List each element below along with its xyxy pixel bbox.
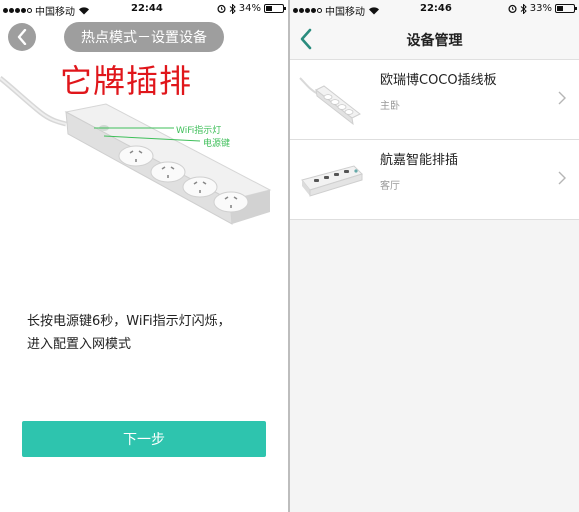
device-room: 主卧 — [380, 101, 400, 112]
nav-bar: 设备管理 — [290, 18, 579, 60]
status-bar: 中国移动 22:44 34% — [0, 0, 288, 18]
page-title: 设备管理 — [406, 33, 463, 49]
carrier-label: 中国移动 — [35, 7, 75, 18]
wifi-indicator-label: WiFi指示灯 — [176, 126, 222, 136]
status-bar: 中国移动 22:46 33% — [290, 0, 579, 18]
list-item[interactable]: 欧瑞博COCO插线板 主卧 — [290, 60, 579, 140]
carrier-label: 中国移动 — [325, 7, 365, 18]
device-management-screen: 中国移动 22:46 33% 设备管理 欧瑞博COCO插线板 主卧 航嘉智能排插… — [290, 0, 579, 512]
back-button[interactable] — [8, 23, 36, 51]
signal-icon — [293, 8, 322, 13]
page-title: 热点模式－设置设备 — [64, 22, 224, 52]
battery-icon — [555, 4, 577, 13]
battery-percent: 34% — [238, 3, 261, 14]
device-name: 航嘉智能排插 — [380, 153, 459, 168]
alarm-icon — [508, 4, 517, 13]
power-strip-icon — [301, 165, 363, 197]
battery-icon — [264, 4, 286, 13]
device-list: 欧瑞博COCO插线板 主卧 航嘉智能排插 客厅 — [290, 60, 579, 220]
list-item[interactable]: 航嘉智能排插 客厅 — [290, 140, 579, 220]
power-strip-icon — [299, 77, 361, 126]
chevron-right-icon — [558, 91, 566, 105]
wifi-icon — [369, 7, 379, 15]
device-room: 客厅 — [380, 181, 400, 192]
chevron-left-icon — [17, 29, 27, 45]
wifi-icon — [79, 7, 89, 15]
setup-instruction: 长按电源键6秒，WiFi指示灯闪烁， 进入配置入网模式 — [27, 310, 277, 356]
instruction-line: 进入配置入网模式 — [27, 337, 132, 352]
next-step-button[interactable]: 下一步 — [22, 421, 266, 457]
battery-percent: 33% — [529, 3, 552, 14]
alarm-icon — [217, 4, 226, 13]
chevron-right-icon — [558, 171, 566, 185]
product-heading: 它牌插排 — [60, 62, 193, 100]
signal-icon — [3, 8, 32, 13]
status-time: 22:44 — [131, 3, 163, 14]
bluetooth-icon — [229, 3, 236, 14]
instruction-line: 长按电源键6秒，WiFi指示灯闪烁， — [27, 314, 231, 329]
power-key-label: 电源键 — [203, 139, 231, 149]
status-time: 22:46 — [420, 3, 452, 14]
setup-device-screen: 中国移动 22:44 34% 热点模式－设置设备 它牌插排 WiFi指示灯 电源… — [0, 0, 288, 512]
device-name: 欧瑞博COCO插线板 — [380, 73, 497, 88]
bluetooth-icon — [520, 3, 527, 14]
